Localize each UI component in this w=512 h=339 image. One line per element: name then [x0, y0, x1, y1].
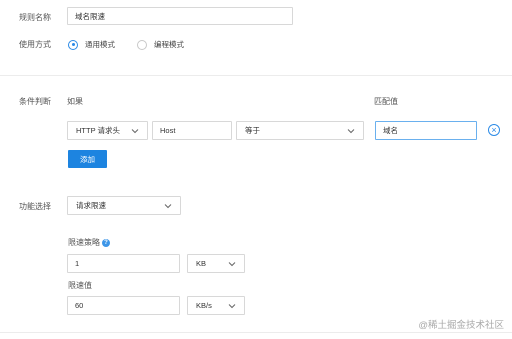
chevron-down-icon — [164, 203, 172, 208]
limit-value: 60 — [75, 301, 84, 310]
strategy-value: 1 — [75, 259, 80, 268]
function-select[interactable]: 请求限速 — [67, 196, 181, 215]
rule-name-label: 规则名称 — [19, 13, 51, 22]
limit-unit-select[interactable]: KB/s — [187, 296, 245, 315]
function-select-value: 请求限速 — [76, 201, 106, 210]
function-label: 功能选择 — [19, 202, 51, 211]
operator-value: 等于 — [245, 126, 260, 135]
rule-name-input[interactable]: 域名限速 — [67, 7, 293, 25]
limit-unit-value: KB/s — [196, 301, 212, 310]
chevron-down-icon — [228, 261, 236, 266]
question-icon[interactable]: ? — [102, 239, 110, 247]
strategy-input[interactable]: 1 — [67, 254, 180, 273]
header-type-value: HTTP 请求头 — [76, 126, 121, 135]
condition-label: 条件判断 — [19, 97, 51, 106]
radio-programming-mode[interactable]: 编程模式 — [137, 39, 184, 50]
radio-unchecked-icon — [137, 39, 147, 50]
rule-name-value: 域名限速 — [75, 11, 105, 21]
header-name-input[interactable]: Host — [152, 121, 232, 140]
add-condition-button-label: 添加 — [80, 154, 95, 164]
strategy-unit-value: KB — [196, 259, 207, 268]
strategy-label: 限速策略 — [68, 238, 100, 247]
strategy-unit-select[interactable]: KB — [187, 254, 245, 273]
limit-label: 限速值 — [68, 281, 92, 290]
radio-general-mode-label: 通用模式 — [85, 40, 115, 49]
if-label: 如果 — [67, 97, 83, 106]
header-name-value: Host — [160, 126, 176, 135]
section-divider — [0, 75, 512, 76]
usage-mode-label: 使用方式 — [19, 40, 51, 49]
header-type-select[interactable]: HTTP 请求头 — [67, 121, 148, 140]
operator-select[interactable]: 等于 — [236, 121, 364, 140]
match-value-label: 匹配值 — [374, 97, 398, 106]
chevron-down-icon — [347, 128, 355, 133]
radio-programming-mode-label: 编程模式 — [154, 40, 184, 49]
footer-divider — [0, 332, 512, 333]
remove-condition-button[interactable]: × — [488, 124, 500, 136]
add-condition-button[interactable]: 添加 — [68, 150, 107, 168]
chevron-down-icon — [131, 128, 139, 133]
chevron-down-icon — [228, 303, 236, 308]
match-value-input[interactable]: 域名 — [375, 121, 477, 140]
match-value-value: 域名 — [383, 126, 398, 135]
radio-checked-icon — [68, 39, 78, 50]
radio-general-mode[interactable]: 通用模式 — [68, 39, 115, 50]
close-circle-icon: × — [491, 125, 497, 135]
watermark: @稀土掘金技术社区 — [418, 320, 504, 331]
limit-input[interactable]: 60 — [67, 296, 180, 315]
